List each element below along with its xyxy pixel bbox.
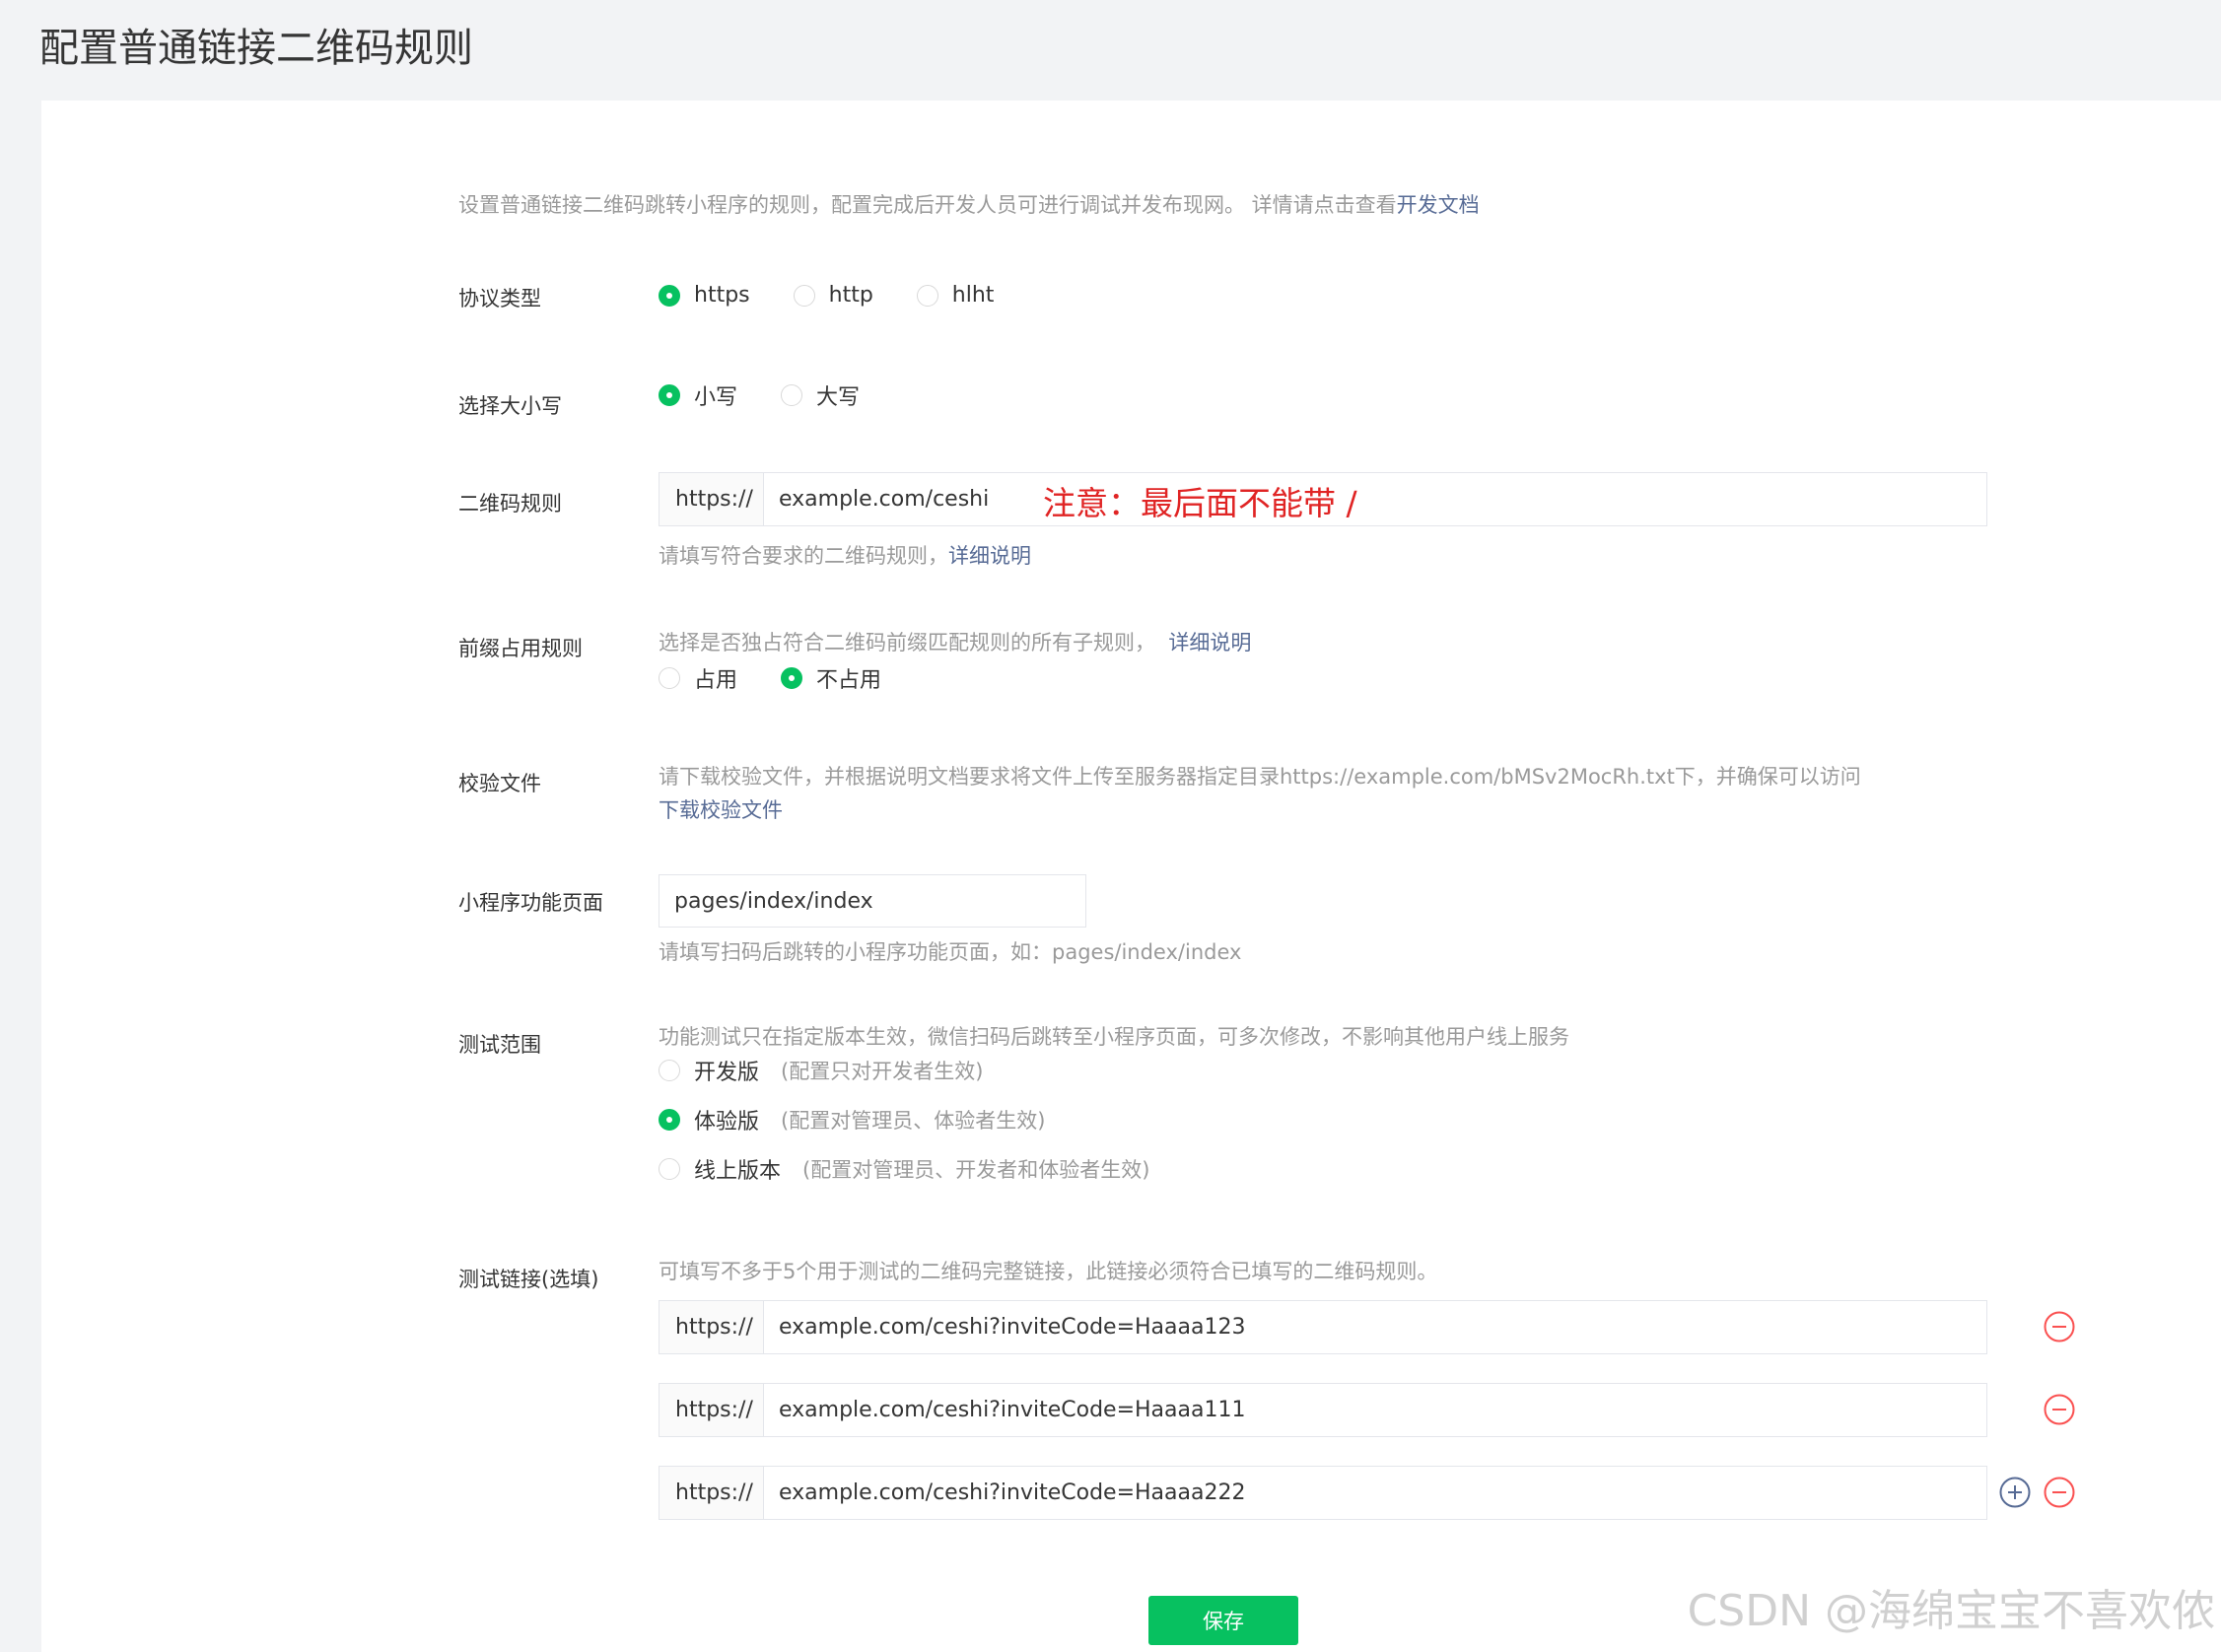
radio-label: hlht — [951, 283, 995, 308]
radio-lowercase[interactable]: 小写 — [659, 379, 737, 411]
remove-circle-icon[interactable] — [2044, 1477, 2075, 1508]
qr-rule-input[interactable] — [764, 473, 1986, 525]
test-link-input[interactable] — [764, 1384, 1986, 1436]
radio-trial-version[interactable]: 体验版 (配置对管理员、体验者生效) — [659, 1104, 1045, 1136]
protocol-label: 协议类型 — [458, 287, 541, 310]
prefix-rule-label: 前缀占用规则 — [458, 637, 583, 660]
url-prefix: https:// — [659, 1384, 764, 1436]
verify-file-label: 校验文件 — [458, 772, 541, 795]
radio-label: 大写 — [816, 385, 861, 410]
radio-online-version[interactable]: 线上版本 (配置对管理员、开发者和体验者生效) — [659, 1153, 1149, 1185]
prefix-rule-detail-link[interactable]: 详细说明 — [1168, 631, 1251, 654]
url-prefix: https:// — [659, 1467, 764, 1519]
prefix-rule-hint: 选择是否独占符合二维码前缀匹配规则的所有子规则， 详细说明 — [659, 627, 1251, 656]
radio-label: https — [694, 283, 750, 308]
url-prefix: https:// — [659, 1301, 764, 1353]
radio-indicator-checked — [659, 1109, 680, 1131]
test-link-input[interactable] — [764, 1301, 1986, 1353]
test-scope-hint: 功能测试只在指定版本生效，微信扫码后跳转至小程序页面，可多次修改，不影响其他用户… — [659, 1025, 1569, 1049]
radio-indicator-checked — [659, 284, 680, 307]
page-title: 配置普通链接二维码规则 — [39, 26, 473, 71]
scope-option-trial: 体验版 (配置对管理员、体验者生效) — [659, 1104, 1088, 1136]
radio-uppercase[interactable]: 大写 — [781, 379, 860, 411]
radio-indicator — [793, 284, 815, 307]
protocol-radio-group: https http hlht — [659, 283, 1037, 308]
radio-http[interactable]: http — [793, 283, 873, 308]
annotation-note: 注意：最后面不能带 / — [1043, 484, 1357, 522]
download-verify-file-link[interactable]: 下载校验文件 — [659, 794, 783, 824]
radio-label: 体验版 — [694, 1110, 760, 1135]
radio-https[interactable]: https — [659, 283, 750, 308]
radio-indicator-checked — [659, 384, 680, 406]
test-links-label: 测试链接(选填) — [458, 1268, 599, 1291]
mini-page-input[interactable] — [659, 874, 1086, 928]
radio-indicator — [781, 384, 803, 406]
dev-docs-link[interactable]: 开发文档 — [1397, 193, 1480, 217]
radio-dev-version[interactable]: 开发版 (配置只对开发者生效) — [659, 1055, 983, 1086]
hint-text: 选择是否独占符合二维码前缀匹配规则的所有子规则， — [659, 631, 1155, 654]
qr-rule-hint: 请填写符合要求的二维码规则，详细说明 — [659, 540, 1031, 570]
radio-indicator-checked — [781, 667, 803, 689]
mini-page-label: 小程序功能页面 — [458, 891, 603, 915]
test-link-field: https:// — [659, 1300, 1987, 1354]
test-link-input[interactable] — [764, 1467, 1986, 1519]
test-link-field: https:// — [659, 1466, 1987, 1520]
test-links-hint: 可填写不多于5个用于测试的二维码完整链接，此链接必须符合已填写的二维码规则。 — [659, 1260, 1438, 1283]
radio-indicator — [659, 667, 680, 689]
mini-page-hint: 请填写扫码后跳转的小程序功能页面，如：pages/index/index — [659, 940, 1242, 964]
qr-rule-label: 二维码规则 — [458, 492, 562, 516]
add-circle-icon[interactable] — [1999, 1477, 2031, 1508]
intro-description: 设置普通链接二维码跳转小程序的规则，配置完成后开发人员可进行调试并发布现网。 详… — [458, 193, 1397, 217]
remove-circle-icon[interactable] — [2044, 1311, 2075, 1342]
qr-rule-detail-link[interactable]: 详细说明 — [948, 544, 1031, 568]
radio-label: 线上版本 — [694, 1159, 782, 1184]
radio-label: http — [828, 283, 873, 308]
test-link-field: https:// — [659, 1383, 1987, 1437]
radio-label: 占用 — [694, 668, 738, 693]
test-scope-label: 测试范围 — [458, 1033, 541, 1057]
form-card: 设置普通链接二维码跳转小程序的规则，配置完成后开发人员可进行调试并发布现网。 详… — [41, 101, 2221, 1652]
radio-label: 小写 — [694, 385, 738, 410]
radio-description: (配置只对开发者生效) — [781, 1060, 984, 1083]
intro-text: 设置普通链接二维码跳转小程序的规则，配置完成后开发人员可进行调试并发布现网。 详… — [458, 189, 1480, 219]
radio-indicator — [659, 1158, 680, 1180]
watermark-text: CSDN @海绵宝宝不喜欢侬 — [1687, 1586, 2215, 1636]
verify-file-hint: 请下载校验文件，并根据说明文档要求将文件上传至服务器指定目录https://ex… — [659, 765, 1861, 789]
scope-option-dev: 开发版 (配置只对开发者生效) — [659, 1055, 1026, 1086]
radio-label: 不占用 — [816, 668, 882, 693]
scope-option-online: 线上版本 (配置对管理员、开发者和体验者生效) — [659, 1153, 1193, 1185]
case-radio-group: 小写 大写 — [659, 379, 903, 411]
url-prefix: https:// — [659, 473, 764, 525]
case-label: 选择大小写 — [458, 394, 562, 418]
radio-description: (配置对管理员、开发者和体验者生效) — [802, 1158, 1150, 1182]
save-button[interactable]: 保存 — [1148, 1596, 1298, 1645]
radio-not-occupy[interactable]: 不占用 — [781, 662, 881, 694]
radio-description: (配置对管理员、体验者生效) — [781, 1109, 1046, 1133]
hint-text: 请填写符合要求的二维码规则， — [659, 544, 948, 568]
radio-indicator — [916, 284, 938, 307]
radio-hlht[interactable]: hlht — [916, 283, 995, 308]
remove-circle-icon[interactable] — [2044, 1394, 2075, 1425]
radio-indicator — [659, 1060, 680, 1081]
radio-label: 开发版 — [694, 1061, 760, 1085]
radio-occupy[interactable]: 占用 — [659, 662, 737, 694]
prefix-rule-radio-group: 占用 不占用 — [659, 662, 925, 694]
